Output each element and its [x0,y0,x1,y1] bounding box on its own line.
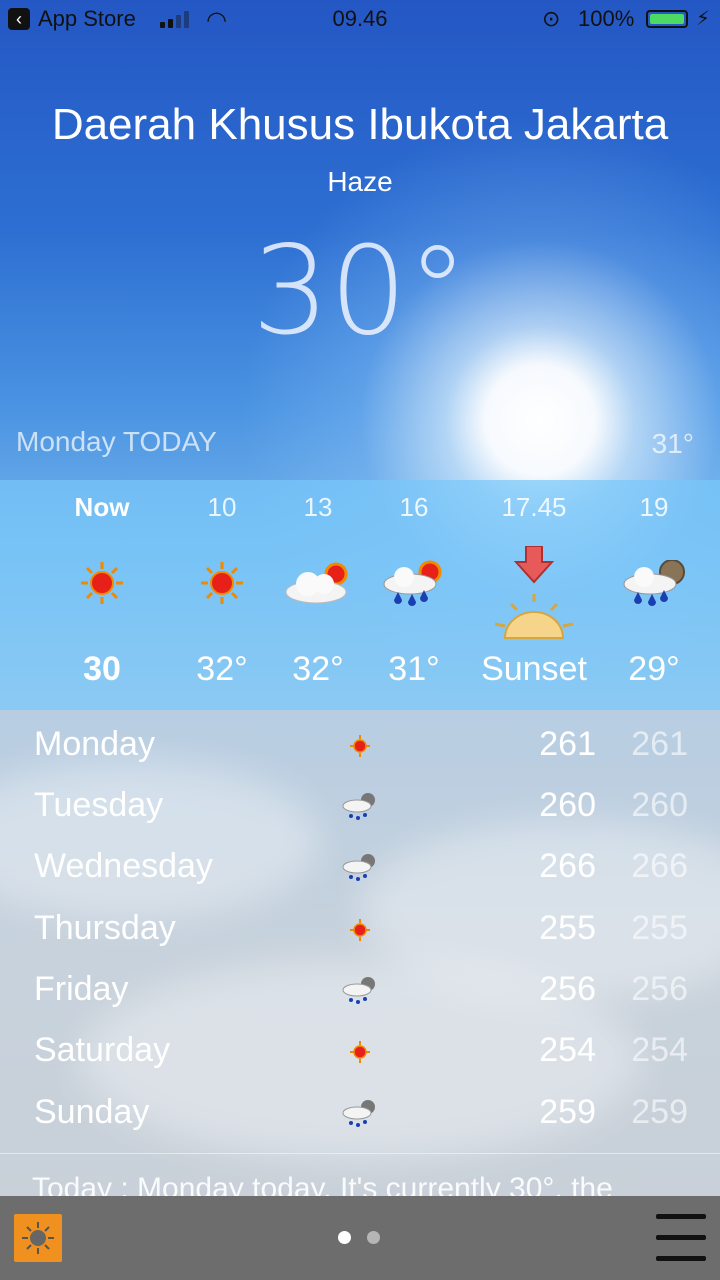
daily-value-secondary: 260 [631,786,688,824]
daily-value: 259 [539,1093,596,1131]
hourly-time: 17.45 [501,492,567,522]
daily-row: Monday 261 261 [0,715,720,775]
page-indicator[interactable] [338,1231,380,1244]
cloud-sun-icon [282,560,354,611]
daily-day: Monday [34,725,155,763]
daily-row: Wednesday 266 266 [0,837,720,897]
weather-app-icon[interactable] [14,1214,62,1262]
daily-value-secondary: 266 [631,847,688,885]
daily-day: Friday [34,970,129,1008]
storm-icon [340,974,380,1008]
page-dot-active[interactable] [338,1231,351,1244]
status-bar: ‹ App Store ◠ 09.46 ⊙ 100% ⚡ [0,0,720,40]
rain-moon-icon [618,559,690,615]
hourly-temp: 30 [83,650,121,688]
rain-sun-icon [378,560,450,615]
daily-value-secondary: 259 [631,1093,688,1131]
hourly-item: 19 29° [594,480,714,710]
sun-icon [199,560,245,611]
daily-value-secondary: 261 [631,725,688,763]
daily-day: Sunday [34,1093,150,1131]
weather-app: ‹ App Store ◠ 09.46 ⊙ 100% ⚡ Daerah Khus… [0,0,720,1280]
daily-row: Tuesday 260 260 [0,776,720,836]
sun-icon [340,729,380,763]
hourly-item: Now 30 [42,480,162,710]
storm-icon [340,851,380,885]
daily-day: Wednesday [34,847,213,885]
daily-value: 254 [539,1031,596,1069]
hourly-time: Now [74,492,130,522]
page-dot[interactable] [367,1231,380,1244]
today-high: 31° [651,428,694,459]
storm-icon [340,790,380,824]
daily-row: Friday 256 256 [0,960,720,1020]
today-label: Monday TODAY [16,426,217,457]
daily-day: Tuesday [34,786,164,824]
storm-icon [340,1097,380,1131]
daily-value: 266 [539,847,596,885]
daily-value: 261 [539,725,596,763]
daily-day: Saturday [34,1031,171,1069]
current-temperature: 30° [251,220,469,362]
menu-icon[interactable] [656,1210,706,1266]
daily-row: Thursday 255 255 [0,899,720,959]
hourly-time: 16 [399,492,429,522]
bottom-toolbar [0,1196,720,1280]
daily-value: 255 [539,909,596,947]
daily-value: 260 [539,786,596,824]
daily-row: Sunday 259 259 [0,1083,720,1143]
hourly-item: 16 31° [354,480,474,710]
daily-value-secondary: 254 [631,1031,688,1069]
battery-icon [646,10,688,28]
city-name: Daerah Khusus Ibukota Jakarta [51,100,669,149]
hourly-item: 17.45 Sunset [472,480,596,710]
hourly-temp: 29° [628,650,680,688]
hourly-temp: 31° [388,650,440,688]
daily-value: 256 [539,970,596,1008]
sunset-label: Sunset [481,650,587,688]
charging-icon: ⚡ [696,8,711,30]
daily-day: Thursday [34,909,176,947]
battery-percent: 100% [578,6,635,31]
sun-icon [340,1035,380,1069]
daily-value-secondary: 255 [631,909,688,947]
current-condition: Haze [327,166,393,197]
sun-icon [340,913,380,947]
sun-icon [79,560,125,611]
rotation-lock-icon: ⊙ [542,6,561,31]
daily-row: Saturday 254 254 [0,1021,720,1081]
hourly-forecast[interactable]: Now 30 10 32° 13 32° 16 31° 17.45 Sunset… [0,480,720,710]
hourly-time: 19 [639,492,669,522]
sunset-icon [489,545,579,645]
daily-value-secondary: 256 [631,970,688,1008]
divider [0,1153,720,1154]
